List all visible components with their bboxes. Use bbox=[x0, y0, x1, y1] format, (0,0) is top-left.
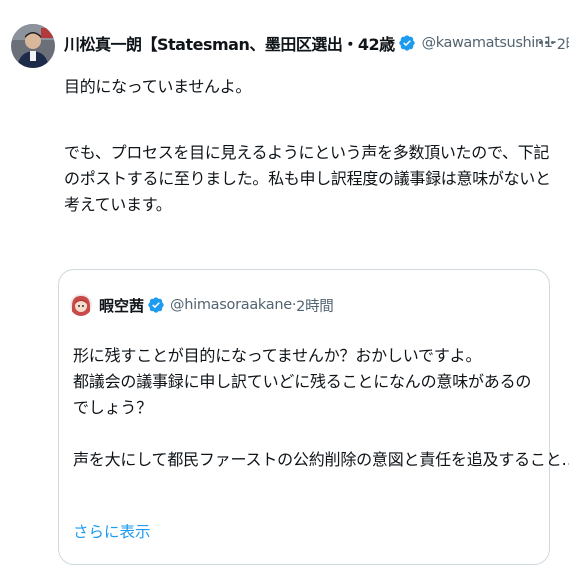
verified-badge-icon bbox=[148, 297, 164, 313]
tweet-text-line1: 目的になっていませんよ。 bbox=[64, 77, 252, 96]
quoted-tweet-card[interactable]: 暇空茜 @himasoraakane · 2時間 形に残すことが目的になってませ… bbox=[58, 269, 569, 565]
author-handle[interactable]: @kawamatsushin1 bbox=[422, 35, 553, 51]
quoted-author-avatar[interactable] bbox=[70, 294, 92, 316]
verified-badge-icon bbox=[398, 35, 415, 51]
tweet-text-paragraph: でも、プロセスを目に見えるようにという声を多数頂いたので、下記のポストするに至り… bbox=[64, 143, 551, 214]
more-dots-icon[interactable] bbox=[536, 32, 556, 52]
quoted-tweet-header: 暇空茜 @himasoraakane · 2時間 bbox=[99, 294, 334, 316]
author-avatar[interactable] bbox=[11, 24, 55, 68]
quoted-author-display-name[interactable]: 暇空茜 bbox=[99, 295, 144, 316]
quoted-text-line: 声を大にして都民ファーストの公約削除の意図と責任を追及すること… bbox=[73, 450, 569, 469]
tweet-header: 川松真一朗【Statesman、墨田区選出・42歳 @kawamatsushin… bbox=[64, 30, 569, 56]
show-more-link[interactable]: さらに表示 bbox=[73, 520, 151, 542]
quoted-tweet-text: 形に残すことが目的になってませんか？おかしいですよ。 都議会の議事録に申し訳てい… bbox=[73, 343, 569, 473]
quoted-tweet-timestamp[interactable]: 2時間 bbox=[296, 295, 334, 316]
author-display-name[interactable]: 川松真一朗【Statesman、墨田区選出・42歳 bbox=[64, 31, 395, 55]
quoted-text-blank bbox=[73, 421, 543, 447]
tweet-timestamp[interactable]: 2時間 bbox=[557, 33, 569, 54]
quoted-text-line: 都議会の議事録に申し訳ていどに残ることになんの意味があるのでしょう？ bbox=[73, 372, 532, 417]
quoted-author-handle[interactable]: @himasoraakane bbox=[170, 297, 292, 313]
quoted-text-line: 形に残すことが目的になってませんか？おかしいですよ。 bbox=[73, 346, 482, 365]
tweet: 川松真一朗【Statesman、墨田区選出・42歳 @kawamatsushin… bbox=[0, 0, 569, 569]
